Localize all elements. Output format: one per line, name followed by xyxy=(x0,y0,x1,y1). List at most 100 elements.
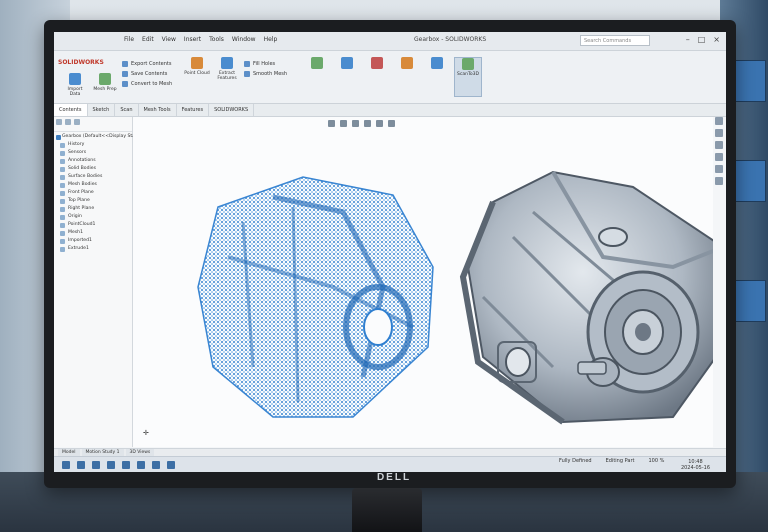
custom-properties-icon[interactable] xyxy=(714,177,723,185)
convert-icon xyxy=(122,81,128,87)
tab-scan[interactable]: Scan xyxy=(115,104,139,116)
tree-item[interactable]: PointCloud1 xyxy=(54,220,132,228)
point-cloud-icon xyxy=(191,57,203,69)
resources-icon[interactable] xyxy=(714,117,723,125)
tree-toolbar xyxy=(54,117,132,132)
tree-item[interactable]: Extrude1 xyxy=(54,244,132,252)
tree-item[interactable]: Origin xyxy=(54,212,132,220)
brand-logo: DELL xyxy=(376,472,412,483)
ribbon-tool-5[interactable] xyxy=(424,57,450,95)
tab-features[interactable]: Features xyxy=(177,104,210,116)
menu-insert[interactable]: Insert xyxy=(184,36,201,43)
ribbon-tool-2[interactable] xyxy=(334,57,360,95)
scan-icon xyxy=(462,58,474,70)
mail-icon[interactable] xyxy=(122,461,130,469)
start-icon[interactable] xyxy=(62,461,70,469)
maximize-button[interactable]: □ xyxy=(698,35,706,44)
screen: File Edit View Insert Tools Window Help … xyxy=(54,32,726,472)
minimize-button[interactable]: – xyxy=(686,35,690,44)
ribbon-tool-1[interactable] xyxy=(304,57,330,95)
tab-contents[interactable]: Contents xyxy=(54,104,88,116)
convert-mesh-item[interactable]: Convert to Mesh xyxy=(122,79,172,89)
extract-features-button[interactable]: Extract Features xyxy=(214,57,240,95)
search-icon[interactable] xyxy=(77,461,85,469)
task-pane-toolbar xyxy=(713,117,724,237)
tool-icon xyxy=(371,57,383,69)
browser-icon[interactable] xyxy=(107,461,115,469)
tree-item[interactable]: Annotations xyxy=(54,156,132,164)
feature-manager-tree: Gearbox (Default<<Display State 1>>) His… xyxy=(54,117,154,447)
tree-item[interactable]: Front Plane xyxy=(54,188,132,196)
taskbar-icons xyxy=(62,461,175,469)
tab-mesh-tools[interactable]: Mesh Tools xyxy=(139,104,177,116)
tool-icon xyxy=(341,57,353,69)
filter-icon[interactable] xyxy=(56,119,62,125)
tree-item[interactable]: Surface Bodies xyxy=(54,172,132,180)
tree-item[interactable]: Mesh Bodies xyxy=(54,180,132,188)
close-button[interactable]: × xyxy=(713,35,720,44)
tree-root[interactable]: Gearbox (Default<<Display State 1>>) xyxy=(54,132,154,140)
tool-icon xyxy=(431,57,443,69)
menu-tools[interactable]: Tools xyxy=(209,36,224,43)
menu-window[interactable]: Window xyxy=(232,36,256,43)
tool-icon xyxy=(401,57,413,69)
search-input[interactable]: Search Commands xyxy=(580,35,650,46)
title-bar: File Edit View Insert Tools Window Help … xyxy=(54,32,726,51)
status-editing: Editing Part xyxy=(605,458,635,464)
ribbon-tool-4[interactable] xyxy=(394,57,420,95)
tree-item[interactable]: Right Plane xyxy=(54,204,132,212)
config-icon[interactable] xyxy=(74,119,80,125)
model-render xyxy=(197,170,713,425)
tab-sketch[interactable]: Sketch xyxy=(88,104,116,116)
app-icon[interactable] xyxy=(152,461,160,469)
tree-item[interactable]: Sensors xyxy=(54,148,132,156)
point-cloud-button[interactable]: Point Cloud xyxy=(184,57,210,95)
export-icon xyxy=(122,61,128,67)
export-contents-item[interactable]: Export Contents xyxy=(122,59,172,69)
coordinate-triad: ✛ xyxy=(143,429,149,437)
app-logo: SOLIDWORKS xyxy=(58,59,104,66)
system-clock[interactable]: 10:48 2024-05-16 xyxy=(681,459,710,471)
command-manager-ribbon: SOLIDWORKS Import Data Mesh Prep Export … xyxy=(54,51,726,104)
status-defined: Fully Defined xyxy=(559,458,592,464)
status-bar: Fully Defined Editing Part 100 % xyxy=(559,458,664,464)
file-explorer-icon[interactable] xyxy=(92,461,100,469)
tree-item[interactable]: Mesh1 xyxy=(54,228,132,236)
tree-item[interactable]: Imported1 xyxy=(54,236,132,244)
menu-file[interactable]: File xyxy=(124,36,134,43)
mesh-icon xyxy=(99,73,111,85)
smooth-mesh-item[interactable]: Smooth Mesh xyxy=(244,69,287,79)
tree-item[interactable]: Top Plane xyxy=(54,196,132,204)
tree-item[interactable]: Solid Bodies xyxy=(54,164,132,172)
fill-holes-item[interactable]: Fill Holes xyxy=(244,59,287,69)
solid-model[interactable] xyxy=(459,170,713,425)
menu-edit[interactable]: Edit xyxy=(142,36,154,43)
window-controls: – □ × xyxy=(686,35,720,44)
taskbar: Fully Defined Editing Part 100 % 10:48 2… xyxy=(54,456,726,472)
view-palette-icon[interactable] xyxy=(714,153,723,161)
monitor: File Edit View Insert Tools Window Help … xyxy=(44,20,736,488)
property-icon[interactable] xyxy=(65,119,71,125)
file-explorer-icon[interactable] xyxy=(714,141,723,149)
tree-item[interactable]: History xyxy=(54,140,132,148)
ribbon-tool-3[interactable] xyxy=(364,57,390,95)
scanto3d-button[interactable]: ScanTo3D xyxy=(454,57,482,97)
monitor-stand xyxy=(352,488,422,532)
menu-bar: File Edit View Insert Tools Window Help xyxy=(124,36,277,43)
smooth-icon xyxy=(244,71,250,77)
menu-view[interactable]: View xyxy=(162,36,176,43)
clock-date: 2024-05-16 xyxy=(680,465,710,471)
solidworks-icon[interactable] xyxy=(137,461,145,469)
fill-icon xyxy=(244,61,250,67)
status-zoom: 100 % xyxy=(648,458,665,464)
point-cloud-model[interactable] xyxy=(197,176,434,418)
ribbon-list: Export Contents Save Contents Convert to… xyxy=(122,59,172,89)
appearances-icon[interactable] xyxy=(714,165,723,173)
graphics-area[interactable]: ✛ xyxy=(133,117,713,447)
menu-help[interactable]: Help xyxy=(264,36,278,43)
app-icon[interactable] xyxy=(167,461,175,469)
design-library-icon[interactable] xyxy=(714,129,723,137)
save-contents-item[interactable]: Save Contents xyxy=(122,69,172,79)
save-icon xyxy=(122,71,128,77)
tab-solidworks[interactable]: SOLIDWORKS xyxy=(209,104,255,116)
